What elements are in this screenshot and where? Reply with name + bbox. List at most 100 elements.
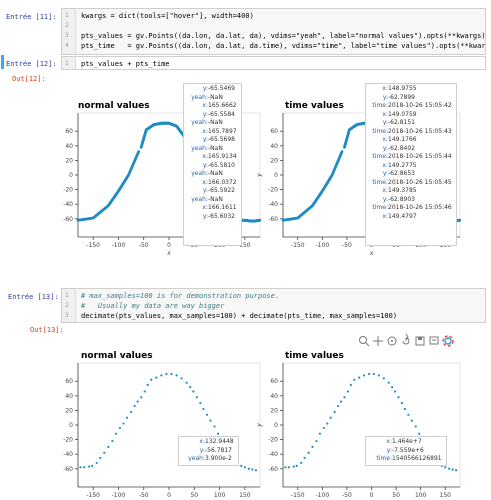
save-icon[interactable]: [414, 335, 426, 347]
tooltip-row: time:2018-10-26 15:05:42: [370, 102, 451, 111]
data-point: [91, 464, 94, 467]
tooltip-key: y:: [386, 446, 392, 454]
tooltip-row: time:2018-10-26 15:05:43: [370, 128, 451, 137]
data-point: [326, 422, 329, 425]
tooltip-value: 166.0372: [208, 178, 237, 186]
tooltip-key: x:: [386, 438, 392, 445]
tooltip-value: -NaN: [208, 195, 223, 203]
data-point: [216, 432, 220, 435]
tooltip-key: y:: [382, 93, 388, 101]
data-point: [339, 400, 343, 403]
x-tick-label: -100: [112, 492, 126, 499]
tooltip-value: 2018-10-26 15:05:45: [388, 178, 452, 186]
data-point: [358, 376, 361, 379]
tooltip-row: y:-65.5922: [188, 187, 237, 196]
data-point: [307, 451, 310, 454]
x-axis-label: x: [166, 250, 171, 257]
tooltip-key: y:: [199, 446, 205, 454]
data-point: [155, 376, 158, 379]
y-tick-label: -40: [63, 451, 73, 458]
data-point: [205, 413, 209, 416]
data-point: [315, 439, 318, 443]
tooltip-key: yeah:: [191, 195, 208, 203]
data-point: [209, 419, 212, 422]
tooltip-key: y:: [202, 85, 208, 92]
zoom-icon[interactable]: [358, 335, 370, 347]
tooltip-key: x:: [382, 187, 388, 194]
x-tick-label: -50: [139, 242, 149, 249]
data-point: [192, 390, 195, 393]
x-tick-label: 150: [239, 492, 251, 499]
y-tick-label: -40: [268, 201, 278, 208]
y-tick-label: 60: [270, 128, 278, 135]
data-point: [414, 425, 417, 428]
wheel-zoom-icon[interactable]: [386, 335, 398, 347]
tooltip-value: -65.5469: [208, 85, 235, 92]
plot-frame: [77, 362, 261, 488]
tooltip-value: 149.3785: [388, 187, 417, 194]
data-point: [394, 390, 397, 393]
y-tick-label: -20: [268, 437, 278, 444]
tooltip-value: -62.8151: [388, 119, 415, 126]
data-point: [458, 218, 462, 222]
tooltip-value: 149.2775: [388, 161, 417, 169]
hover-tooltip: x:132.9448 y:-56.7817 yeah:3.900e-2: [178, 436, 239, 466]
tooltip-row: y:-65.6032: [188, 213, 237, 222]
tooltip-row: time:2018-10-26 15:05:46: [370, 204, 451, 213]
tooltip-value: 148.9755: [388, 85, 417, 92]
tooltip-key: yeah:: [191, 119, 208, 126]
tooltip-value: -62.8402: [388, 144, 415, 152]
tooltip-value: 132.9448: [205, 438, 234, 445]
bokeh-toolbar: [358, 333, 490, 347]
data-point: [387, 381, 390, 384]
y-tick-label: 0: [274, 422, 278, 429]
tooltip-key: yeah:: [188, 455, 205, 462]
tooltip-value: 3.900e-2: [205, 455, 232, 462]
data-point: [300, 461, 303, 465]
tooltip-key: yeah:: [191, 144, 208, 152]
data-point: [79, 466, 82, 469]
tooltip-row: time:2018-10-26 15:05:44: [370, 153, 451, 162]
tooltip-row: yeah:-NaN: [188, 119, 237, 128]
y-tick-label: 0: [69, 422, 73, 429]
tooltip-row: x:132.9448: [183, 438, 234, 447]
data-point: [160, 374, 163, 377]
tooltip-value: -NaN: [208, 144, 223, 152]
tooltip-row: x:149.3785: [370, 187, 452, 196]
tooltip-value: 1.464e+7: [392, 438, 422, 445]
tooltip-row: y:-65.5469: [188, 85, 237, 94]
data-point: [240, 464, 243, 467]
data-point: [403, 407, 407, 411]
tooltip-key: x:: [202, 102, 208, 109]
tooltip-key: time:: [376, 455, 392, 462]
y-tick-label: -60: [63, 466, 73, 473]
data-point: [185, 381, 188, 384]
reset-icon[interactable]: [400, 333, 412, 347]
pan-icon[interactable]: [372, 335, 384, 347]
cell-13-editor[interactable]: 1 2 3 # max_samples=100 is for demonstra…: [61, 288, 486, 323]
data-point: [133, 404, 136, 408]
tooltip-value: -65.5810: [208, 161, 235, 169]
x-tick-label: -50: [342, 492, 352, 499]
tooltip-key: time:: [372, 153, 388, 160]
tooltip-row: y:-62.8903: [370, 196, 452, 205]
x-tick-label: -100: [316, 242, 330, 249]
tooltip-key: y:: [382, 144, 388, 152]
plot-normal-values[interactable]: 60 40 20 0 -20 -40 -60 -150 -100 -50 0 50 100 150 x 60 4…: [0, 0, 491, 500]
tooltip-key: x:: [382, 110, 388, 118]
bokeh-logo-icon[interactable]: [442, 335, 454, 347]
y-tick-label: 20: [270, 407, 278, 414]
data-point: [287, 466, 290, 469]
tooltip-row: x:149.4797: [370, 213, 452, 222]
data-point: [140, 396, 143, 399]
tooltip-key: x:: [382, 136, 388, 143]
data-point: [333, 410, 336, 413]
tooltip-key: x:: [202, 153, 208, 160]
code-comment: # Usually my data are way bigger: [81, 302, 225, 310]
hover-icon[interactable]: [428, 335, 440, 347]
data-point: [303, 456, 306, 459]
x-tick-label: 150: [440, 492, 452, 499]
cell-13-prompt: Entrée [13]:: [8, 293, 59, 301]
tooltip-row: x:1.464e+7: [370, 438, 442, 447]
tooltip-row: x:166.1611: [188, 204, 236, 213]
